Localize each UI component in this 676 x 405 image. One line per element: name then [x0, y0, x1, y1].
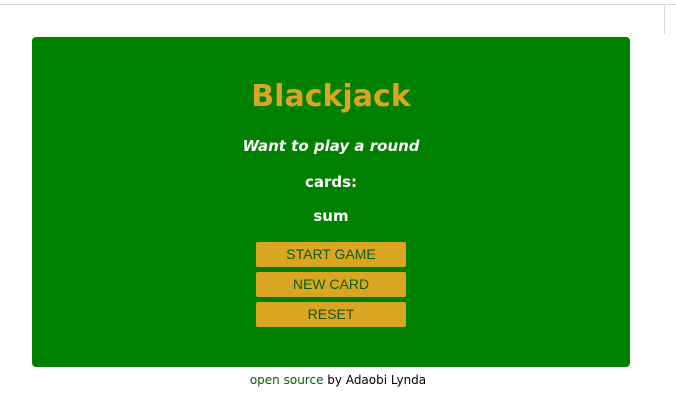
cards-display: cards:: [304, 173, 358, 191]
new-card-button[interactable]: NEW CARD: [256, 272, 406, 297]
game-message: Want to play a round: [242, 137, 420, 155]
sum-display: sum: [313, 207, 349, 225]
page-footer: open source by Adaobi Lynda: [0, 372, 676, 388]
page-top-divider: [0, 4, 676, 5]
page-right-divider: [664, 4, 665, 34]
blackjack-game-panel: Blackjack Want to play a round cards: su…: [32, 37, 630, 367]
game-title: Blackjack: [251, 79, 411, 114]
start-game-button[interactable]: START GAME: [256, 242, 406, 267]
footer-byline: by Adaobi Lynda: [323, 373, 427, 387]
open-source-link[interactable]: open source: [250, 373, 324, 387]
reset-button[interactable]: RESET: [256, 302, 406, 327]
